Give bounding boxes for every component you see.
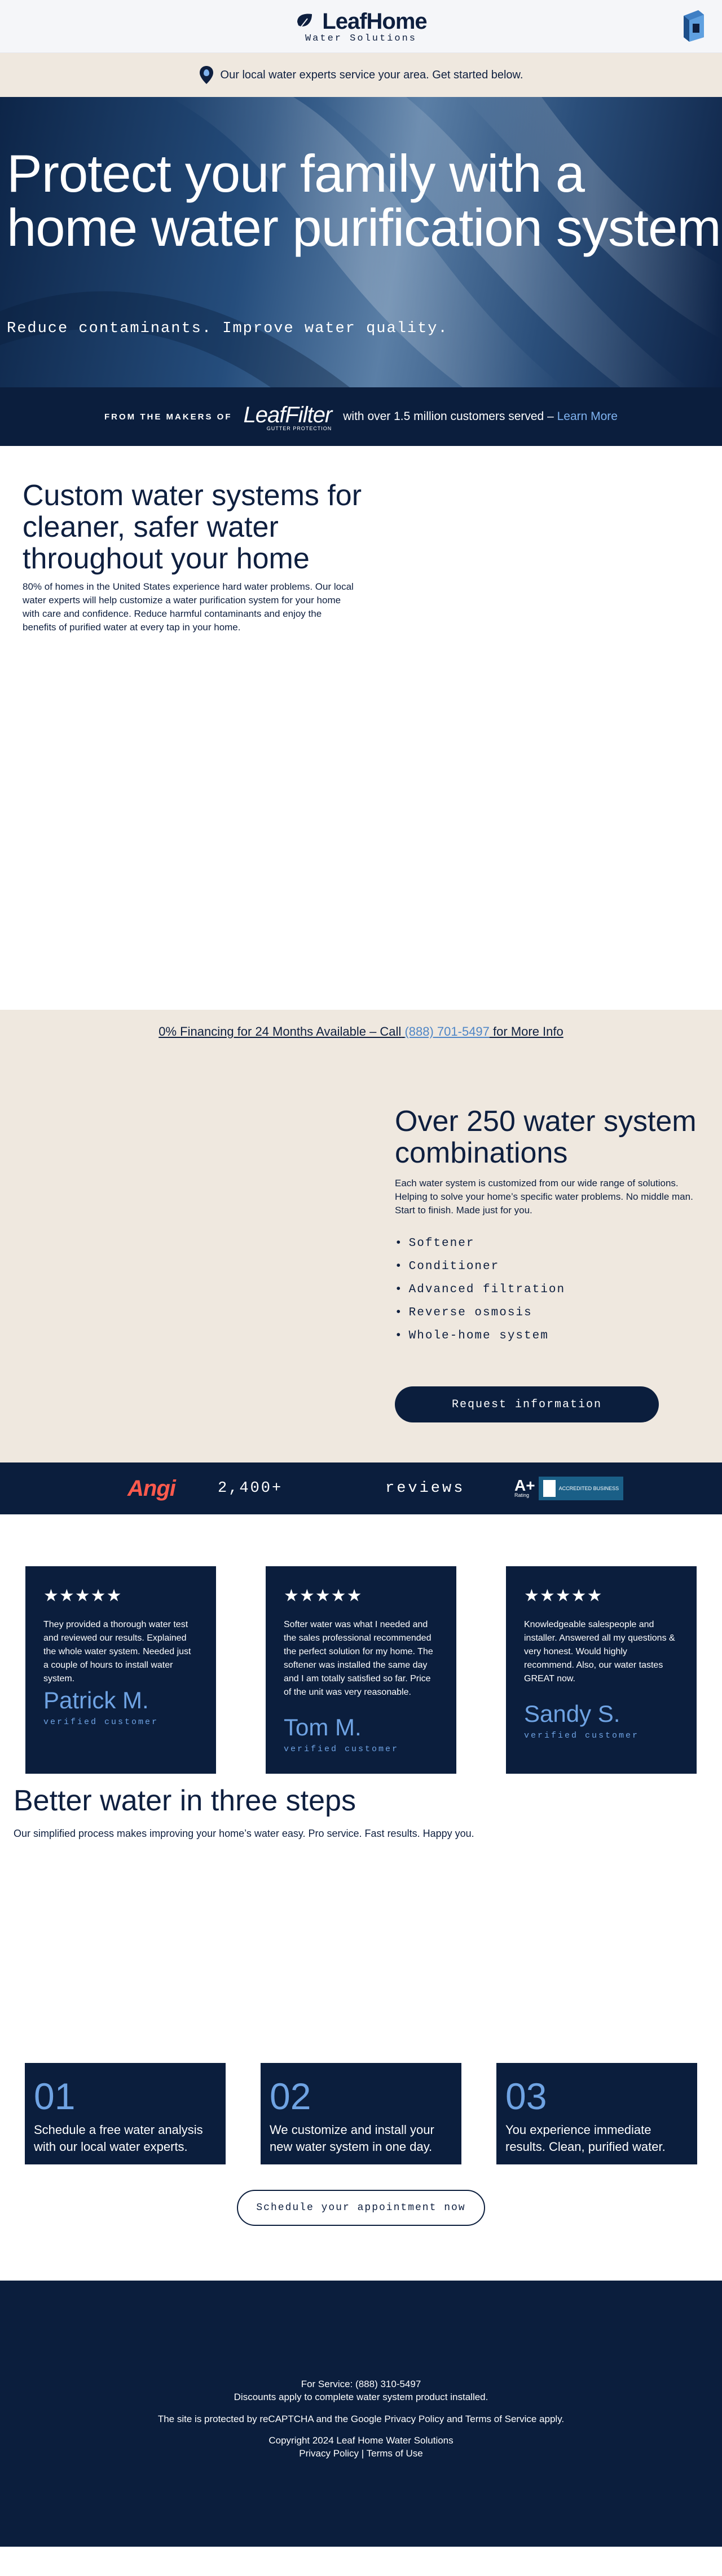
bbb-accredited-box: ACCREDITED BUSINESS bbox=[538, 1477, 624, 1500]
footer-links: Privacy Policy | Terms of Use bbox=[0, 2447, 722, 2460]
list-item: Conditioner bbox=[395, 1255, 565, 1278]
financing-text-before: 0% Financing for 24 Months Available – C… bbox=[159, 1024, 402, 1039]
request-information-button[interactable]: Request information bbox=[395, 1386, 659, 1422]
financing-text-after: for More Info bbox=[493, 1024, 563, 1039]
intro-section: Custom water systems for cleaner, safer … bbox=[0, 446, 722, 1010]
combinations-title: Over 250 water system combinations bbox=[395, 1105, 697, 1169]
testimonial-card: ★★★★★ Knowledgeable salespeople and inst… bbox=[506, 1566, 697, 1774]
bbb-accredited-text: ACCREDITED BUSINESS bbox=[558, 1486, 619, 1491]
star-rating-icon: ★★★★★ bbox=[524, 1587, 603, 1605]
financing-phone-link[interactable]: (888) 701-5497 bbox=[404, 1024, 489, 1039]
footer-discounts: Discounts apply to complete water system… bbox=[234, 2392, 488, 2402]
local-experts-banner: Our local water experts service your are… bbox=[0, 53, 722, 97]
testimonial-verified: verified customer bbox=[284, 1744, 399, 1754]
step-card: 02 We customize and install your new wat… bbox=[261, 2063, 461, 2164]
brand-name: LeafHome bbox=[322, 8, 427, 34]
system-type-list: Softener Conditioner Advanced filtration… bbox=[395, 1232, 565, 1347]
intro-title: Custom water systems for cleaner, safer … bbox=[23, 479, 362, 575]
footer-recaptcha: The site is protected by reCAPTCHA and t… bbox=[157, 2414, 565, 2424]
list-item: Reverse osmosis bbox=[395, 1301, 565, 1324]
testimonials-section: ★★★★★ They provided a thorough water tes… bbox=[0, 1514, 722, 1785]
site-footer: For Service: (888) 310-5497 Discounts ap… bbox=[0, 2281, 722, 2547]
testimonial-quote: They provided a thorough water test and … bbox=[43, 1620, 191, 1684]
steps-subtitle: Our simplified process makes improving y… bbox=[14, 1828, 474, 1839]
star-rating-icon: ★★★★★ bbox=[284, 1587, 363, 1605]
step-number: 01 bbox=[34, 2075, 76, 2117]
list-item: Whole-home system bbox=[395, 1324, 565, 1347]
privacy-policy-link[interactable]: Privacy Policy bbox=[299, 2448, 359, 2459]
list-item: Advanced filtration bbox=[395, 1278, 565, 1301]
ratings-bar: Angi 2,400+ reviews A+ Rating ACCREDITED… bbox=[0, 1462, 722, 1514]
testimonial-verified: verified customer bbox=[43, 1717, 159, 1727]
footer-separator: | bbox=[361, 2448, 364, 2459]
testimonial-verified: verified customer bbox=[524, 1731, 640, 1740]
site-header: LeafHome Water Solutions bbox=[0, 0, 722, 53]
star-rating-icon: ★★★★★ bbox=[43, 1587, 122, 1605]
three-steps-section: Better water in three steps Our simplifi… bbox=[0, 1784, 722, 2281]
intro-body: 80% of homes in the United States experi… bbox=[23, 581, 354, 633]
leaffilter-makers-bar: FROM THE MAKERS OF LeafFilter GUTTER PRO… bbox=[0, 387, 722, 446]
combinations-section: 0% Financing for 24 Months Available – C… bbox=[0, 1010, 722, 1462]
bbb-grade: A+ bbox=[514, 1477, 535, 1494]
testimonial-quote: Softer water was what I needed and the s… bbox=[284, 1620, 433, 1697]
step-text: Schedule a free water analysis with our … bbox=[34, 2123, 203, 2154]
schedule-appointment-button[interactable]: Schedule your appointment now bbox=[237, 2190, 485, 2226]
step-text: You experience immediate results. Clean,… bbox=[505, 2123, 666, 2154]
brand-logo[interactable]: LeafHome Water Solutions bbox=[295, 8, 428, 44]
financing-banner: 0% Financing for 24 Months Available – C… bbox=[0, 1024, 722, 1039]
brand-subtitle: Water Solutions bbox=[305, 33, 417, 44]
step-number: 03 bbox=[505, 2075, 547, 2117]
step-card: 01 Schedule a free water analysis with o… bbox=[25, 2063, 226, 2164]
bbb-badge[interactable]: A+ Rating ACCREDITED BUSINESS bbox=[514, 1477, 624, 1500]
hero-subtitle: Reduce contaminants. Improve water quali… bbox=[7, 320, 448, 337]
testimonial-name: Patrick M. bbox=[43, 1687, 149, 1713]
leaffilter-tagline: GUTTER PROTECTION bbox=[266, 425, 332, 431]
local-banner-text: Our local water experts service your are… bbox=[220, 68, 523, 81]
footer-service-block: For Service: (888) 310-5497 Discounts ap… bbox=[0, 2378, 722, 2403]
makers-customers-text: with over 1.5 million customers served –… bbox=[343, 410, 618, 423]
footer-copyright: Copyright 2024 Leaf Home Water Solutions bbox=[268, 2435, 454, 2446]
list-item: Softener bbox=[395, 1232, 565, 1255]
learn-more-link[interactable]: Learn More bbox=[557, 410, 618, 423]
makers-prefix: FROM THE MAKERS OF bbox=[104, 412, 232, 422]
footer-legal: Copyright 2024 Leaf Home Water Solutions… bbox=[0, 2434, 722, 2460]
review-label: reviews bbox=[385, 1480, 465, 1497]
hero: Protect your family with a home water pu… bbox=[0, 97, 722, 387]
angi-logo: Angi bbox=[127, 1475, 176, 1501]
steps-title: Better water in three steps bbox=[14, 1784, 356, 1817]
review-count: 2,400+ bbox=[218, 1480, 283, 1497]
financing-text: 0% Financing for 24 Months Available – C… bbox=[159, 1024, 563, 1039]
testimonial-quote: Knowledgeable salespeople and installer.… bbox=[524, 1620, 675, 1684]
step-number: 02 bbox=[270, 2075, 311, 2117]
testimonial-card: ★★★★★ They provided a thorough water tes… bbox=[25, 1566, 216, 1774]
footer-service-phone[interactable]: For Service: (888) 310-5497 bbox=[0, 2378, 722, 2391]
hero-title: Protect your family with a home water pu… bbox=[7, 144, 721, 257]
bbb-torch-icon bbox=[543, 1480, 556, 1497]
leaf-logo-icon bbox=[297, 14, 312, 29]
makers-customers-copy: with over 1.5 million customers served – bbox=[343, 410, 554, 423]
step-card: 03 You experience immediate results. Cle… bbox=[496, 2063, 697, 2164]
location-pin-icon bbox=[199, 66, 213, 84]
combinations-body: Each water system is customized from our… bbox=[395, 1178, 693, 1216]
water-filter-icon[interactable] bbox=[681, 9, 706, 43]
testimonial-name: Tom M. bbox=[284, 1714, 362, 1740]
testimonial-card: ★★★★★ Softer water was what I needed and… bbox=[266, 1566, 456, 1774]
leaffilter-logo: LeafFilter GUTTER PROTECTION bbox=[243, 402, 333, 431]
step-text: We customize and install your new water … bbox=[270, 2123, 434, 2154]
testimonial-name: Sandy S. bbox=[524, 1700, 620, 1727]
terms-of-use-link[interactable]: Terms of Use bbox=[367, 2448, 423, 2459]
leaffilter-brand: LeafFilter bbox=[243, 402, 333, 427]
